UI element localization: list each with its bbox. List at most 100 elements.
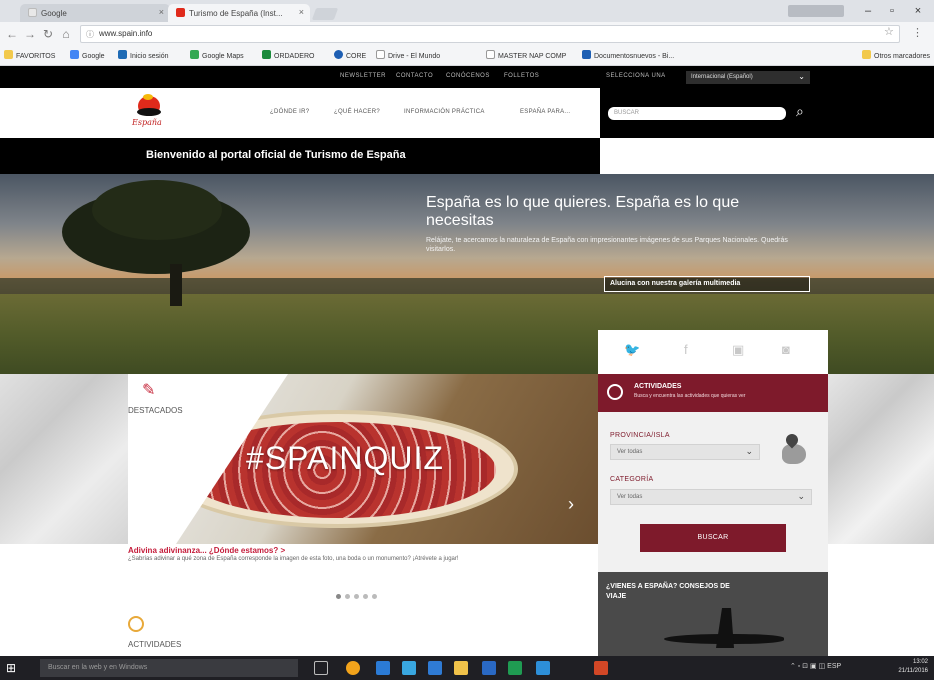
forward-icon[interactable]: →	[22, 26, 38, 42]
hero-description: Relájate, te acercamos la naturaleza de …	[426, 237, 788, 253]
carousel-dots	[336, 586, 396, 599]
menu-icon[interactable]: ⋮	[912, 26, 923, 39]
url-text: www.spain.info	[99, 29, 153, 38]
category-label: CATEGORÍA	[610, 476, 654, 483]
slide-title: #SPAINQUIZ	[246, 440, 444, 476]
language-select[interactable]: Internacional (Español) ⌄	[686, 71, 810, 84]
bookmark-item[interactable]: CORE	[334, 50, 366, 62]
nav-espana-para[interactable]: ESPAÑA PARA...	[520, 109, 570, 115]
camera-icon	[138, 520, 148, 528]
search-button[interactable]: BUSCAR	[640, 524, 786, 552]
app-icon[interactable]	[376, 661, 390, 675]
address-bar[interactable]: ⓘ www.spain.info	[80, 25, 900, 43]
chevron-down-icon: ⌄	[798, 72, 805, 81]
bookmark-item[interactable]: ORDADERO	[262, 50, 314, 62]
new-tab-button[interactable]	[311, 8, 339, 20]
maps-icon	[190, 50, 199, 59]
bookmark-item[interactable]: Google Maps	[190, 50, 244, 62]
nav-informacion-practica[interactable]: INFORMACIÓN PRÁCTICA	[404, 109, 485, 115]
app-icon[interactable]	[428, 661, 442, 675]
windows-start-icon[interactable]: ⊞	[6, 661, 16, 675]
twitter-icon[interactable]: 🐦	[624, 342, 640, 358]
page-icon	[28, 8, 37, 17]
pencil-icon: ✎	[142, 382, 156, 399]
tray-icons: ⌃ ▫ ⊡ ▣ ◫	[790, 663, 828, 670]
clock[interactable]: 13:02 21/11/2016	[878, 658, 928, 676]
profile-button[interactable]	[788, 5, 844, 17]
province-label: PROVINCIA/ISLA	[610, 432, 670, 439]
instagram-icon[interactable]: ◙	[782, 342, 790, 357]
activities-header: ACTIVIDADES Busca y encuentra las activi…	[598, 374, 828, 412]
app-icon[interactable]	[594, 661, 608, 675]
language-value: Internacional (Español)	[691, 74, 753, 80]
carousel-prev-icon[interactable]: ‹	[134, 494, 140, 515]
tab-turismo[interactable]: Turismo de España (Inst... ×	[168, 4, 310, 22]
youtube-icon[interactable]: ▣	[732, 342, 744, 358]
bookmark-item[interactable]: Google	[70, 50, 105, 62]
featured-label: DESTACADOS	[128, 406, 183, 415]
carousel-dot[interactable]	[372, 594, 377, 599]
app-icon[interactable]	[454, 661, 468, 675]
back-icon[interactable]: ←	[4, 26, 20, 42]
travel-tips-card[interactable]: ¿VIENES A ESPAÑA? CONSEJOS DE VIAJE	[598, 572, 828, 656]
task-view-icon[interactable]	[314, 661, 328, 675]
bookmark-item[interactable]: Drive - El Mundo	[376, 50, 440, 62]
background-image	[0, 374, 128, 544]
nav-que-hacer[interactable]: ¿QUÉ HACER?	[334, 109, 380, 115]
app-icon[interactable]	[402, 661, 416, 675]
featured-carousel[interactable]: ✎ DESTACADOS #SPAINQUIZ ‹ ›	[128, 374, 598, 544]
social-bar: 🐦 f ▣ ◙	[598, 330, 828, 374]
search-icon[interactable]: ⌕	[796, 103, 804, 120]
carousel-dot[interactable]	[354, 594, 359, 599]
facebook-icon[interactable]: f	[684, 342, 688, 357]
page-icon	[334, 50, 343, 59]
top-link-conocenos[interactable]: CONÓCENOS	[446, 73, 490, 79]
bookmark-item[interactable]: Otros marcadores	[862, 50, 930, 62]
app-icon[interactable]	[482, 661, 496, 675]
search-input[interactable]: BUSCAR	[608, 107, 786, 120]
nav-donde-ir[interactable]: ¿DÓNDE IR?	[270, 109, 309, 115]
category-select[interactable]: Ver todas ⌄	[610, 489, 812, 505]
taskbar-search[interactable]: Buscar en la web y en Windows	[40, 659, 298, 677]
home-icon[interactable]: ⌂	[58, 26, 74, 42]
app-icon[interactable]	[536, 661, 550, 675]
carousel-dot[interactable]	[336, 594, 341, 599]
travel-tips-title: ¿VIENES A ESPAÑA? CONSEJOS DE VIAJE	[606, 583, 730, 600]
carousel-dot[interactable]	[345, 594, 350, 599]
screen: Google × Turismo de España (Inst... × – …	[0, 0, 934, 680]
system-tray[interactable]: ⌃ ▫ ⊡ ▣ ◫ ESP	[790, 662, 841, 670]
close-icon[interactable]: ×	[299, 7, 304, 17]
window-close-icon[interactable]: ×	[906, 3, 930, 19]
carousel-dot[interactable]	[363, 594, 368, 599]
folder-icon	[4, 50, 13, 59]
chrome-icon[interactable]	[346, 661, 360, 675]
spain-logo-icon	[176, 8, 185, 17]
bookmark-item[interactable]: Inicio sesión	[118, 50, 169, 62]
bookmark-item[interactable]: MASTER NAP COMP	[486, 50, 566, 62]
smile-icon	[128, 616, 144, 632]
google-icon	[70, 50, 79, 59]
featured-headline[interactable]: Adivina adivinanza... ¿Dónde estamos? >	[128, 546, 285, 555]
smile-icon	[607, 384, 623, 400]
province-select[interactable]: Ver todas ⌄	[610, 444, 760, 460]
hero-title: España es lo que quieres. España es lo q…	[426, 194, 740, 229]
bookmark-item[interactable]: Documentosnuevos - Bi...	[582, 50, 674, 62]
carousel-next-icon[interactable]: ›	[568, 494, 574, 515]
app-icon[interactable]	[508, 661, 522, 675]
reload-icon[interactable]: ↻	[40, 26, 56, 42]
browser-toolbar: ← → ↻ ⌂ ⓘ www.spain.info ☆ ⋮	[0, 22, 934, 46]
top-link-newsletter[interactable]: NEWSLETTER	[340, 73, 386, 79]
close-icon[interactable]: ×	[159, 7, 164, 17]
tab-google[interactable]: Google ×	[20, 4, 170, 22]
top-link-folletos[interactable]: FOLLETOS	[504, 73, 539, 79]
bookmark-star-icon[interactable]: ☆	[884, 25, 894, 38]
activities-heading: ACTIVIDADES	[128, 640, 182, 649]
top-link-contacto[interactable]: CONTACTO	[396, 73, 433, 79]
maximize-icon[interactable]: ▫	[880, 3, 904, 19]
site-logo[interactable]: España	[130, 94, 170, 134]
gallery-button[interactable]: Alucina con nuestra galería multimedia	[604, 276, 810, 292]
featured-text: ¿Sabrías adivinar a qué zona de España c…	[128, 556, 459, 562]
minimize-icon[interactable]: –	[856, 3, 880, 19]
page-icon	[486, 50, 495, 59]
bookmark-item[interactable]: FAVORITOS	[4, 50, 55, 62]
